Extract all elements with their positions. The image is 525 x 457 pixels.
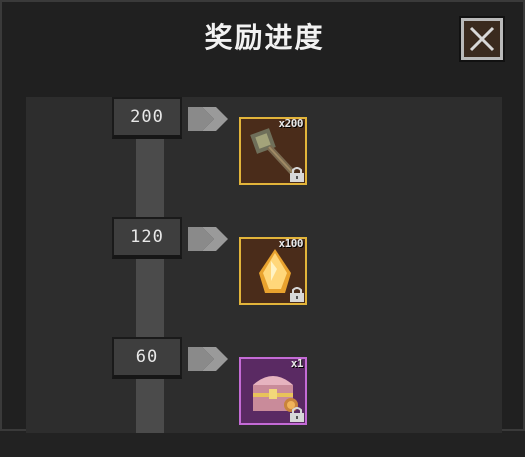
lock-icon [290, 167, 304, 182]
panel-title: 奖励进度 [204, 21, 325, 54]
milestone-row: 200 x200 [2, 97, 525, 217]
reward-slot[interactable]: x200 [239, 117, 307, 185]
arrow-right-icon [188, 107, 228, 131]
reward-quantity: x200 [278, 117, 304, 130]
milestone-row: 120 x100 [2, 217, 525, 337]
close-x-icon [466, 23, 498, 55]
milestone-value: 60 [112, 337, 182, 379]
reward-progress-panel: 奖励进度 200 x200 120 x100 60 x1 [0, 0, 525, 433]
reward-slot[interactable]: x1 [239, 357, 307, 425]
arrow-right-icon [188, 347, 228, 371]
milestone-row: 60 x1 [2, 337, 525, 457]
reward-slot[interactable]: x100 [239, 237, 307, 305]
lock-icon [290, 407, 304, 422]
lock-icon [290, 287, 304, 302]
reward-quantity: x100 [278, 237, 304, 250]
arrow-right-icon [188, 227, 228, 251]
close-button[interactable] [459, 16, 505, 62]
reward-quantity: x1 [290, 357, 304, 370]
milestone-value: 200 [112, 97, 182, 139]
milestone-value: 120 [112, 217, 182, 259]
